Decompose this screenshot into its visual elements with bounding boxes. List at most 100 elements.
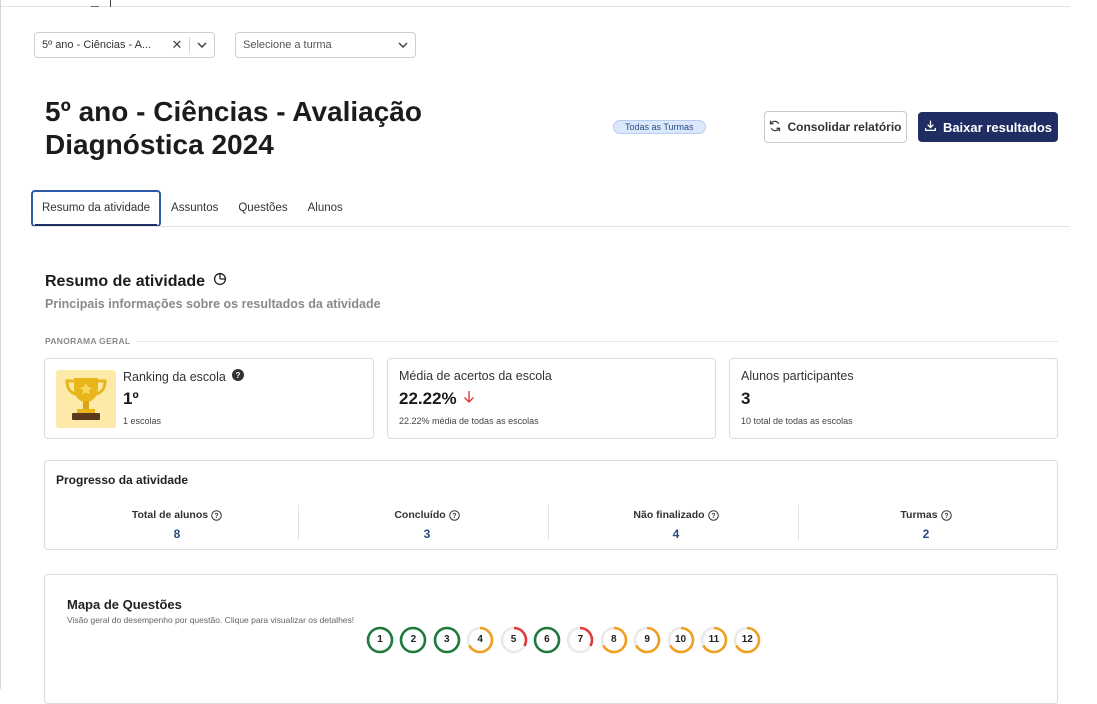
- question-3[interactable]: 3: [433, 626, 461, 654]
- progress-panel: Progresso da atividade Total de alunos ?…: [44, 460, 1058, 550]
- question-number: 3: [444, 634, 450, 645]
- chevron-down-icon[interactable]: [395, 42, 411, 48]
- svg-text:?: ?: [452, 512, 456, 519]
- progress-divider: [548, 505, 549, 540]
- question-number: 12: [741, 634, 753, 645]
- help-icon[interactable]: ?: [940, 509, 952, 521]
- svg-text:?: ?: [944, 512, 948, 519]
- section-title: Resumo de atividade: [45, 272, 227, 291]
- progress-total: Total de alunos ? 8: [52, 505, 302, 541]
- question-number: 10: [674, 634, 687, 645]
- progress-unfinished: Não finalizado ? 4: [551, 505, 801, 541]
- ranking-note: 1 escolas: [123, 416, 162, 426]
- question-map-list: 1 2 3 4 5 6 7 8 9 10 11 12: [366, 626, 761, 654]
- participants-note: 10 total de todas as escolas: [741, 416, 853, 426]
- question-12[interactable]: 12: [733, 626, 761, 654]
- class-select[interactable]: Selecione a turma: [235, 32, 416, 58]
- ranking-label-wrap: Ranking da escola ?: [123, 369, 244, 384]
- question-8[interactable]: 8: [600, 626, 628, 654]
- participants-label: Alunos participantes: [741, 369, 854, 383]
- overview-label: PANORAMA GERAL: [45, 336, 131, 346]
- progress-unfinished-label: Não finalizado: [633, 509, 705, 521]
- help-icon[interactable]: ?: [707, 509, 719, 521]
- question-4[interactable]: 4: [466, 626, 494, 654]
- tab-questions[interactable]: Questões: [228, 190, 297, 227]
- question-2[interactable]: 2: [399, 626, 427, 654]
- question-number: 2: [410, 634, 417, 645]
- question-7[interactable]: 7: [566, 626, 594, 654]
- progress-divider: [798, 505, 799, 540]
- chevron-down-icon[interactable]: [194, 42, 210, 48]
- question-5[interactable]: 5: [500, 626, 528, 654]
- help-icon[interactable]: ?: [231, 369, 244, 384]
- progress-title: Progresso da atividade: [56, 473, 189, 487]
- help-icon[interactable]: ?: [448, 509, 460, 521]
- ranking-label: Ranking da escola: [123, 369, 226, 384]
- help-icon[interactable]: ?: [211, 509, 222, 521]
- tab-subjects[interactable]: Assuntos: [161, 190, 228, 227]
- question-number: 6: [544, 634, 550, 645]
- select-separator: [189, 37, 190, 53]
- question-9[interactable]: 9: [633, 626, 661, 654]
- svg-text:?: ?: [235, 371, 240, 380]
- consolidate-report-button[interactable]: Consolidar relatório: [764, 111, 907, 143]
- tab-summary[interactable]: Resumo da atividade: [31, 190, 162, 227]
- question-10[interactable]: 10: [667, 626, 695, 654]
- progress-completed: Concluído ? 3: [302, 505, 552, 541]
- svg-text:?: ?: [711, 512, 715, 519]
- ranking-card: Ranking da escola ? 1º 1 escolas: [44, 358, 374, 439]
- question-number: 1: [377, 634, 383, 645]
- top-dash: [91, 6, 99, 7]
- question-number: 4: [477, 634, 483, 645]
- download-results-button[interactable]: Baixar resultados: [918, 112, 1058, 142]
- overview-divider: [136, 341, 1058, 342]
- progress-unfinished-label-wrap: Não finalizado ?: [633, 509, 719, 521]
- average-label: Média de acertos da escola: [399, 369, 552, 383]
- question-11[interactable]: 11: [700, 626, 728, 654]
- progress-completed-label: Concluído: [394, 509, 446, 521]
- progress-classes-value: 2: [922, 527, 930, 541]
- average-value: 22.22%: [399, 389, 457, 408]
- progress-completed-label-wrap: Concluído ?: [394, 509, 460, 521]
- question-6[interactable]: 6: [533, 626, 561, 654]
- pie-chart-icon: [213, 272, 227, 291]
- progress-total-value: 8: [173, 527, 181, 541]
- top-marker: [110, 0, 111, 7]
- question-number: 8: [610, 634, 617, 645]
- question-1[interactable]: 1: [366, 626, 394, 654]
- question-number: 11: [708, 634, 720, 645]
- class-select-placeholder: Selecione a turma: [243, 39, 332, 51]
- download-icon: [924, 119, 937, 135]
- progress-completed-value: 3: [423, 527, 431, 541]
- trophy-icon: [56, 370, 116, 428]
- ranking-value: 1º: [123, 389, 139, 408]
- consolidate-label: Consolidar relatório: [787, 120, 902, 134]
- participants-value: 3: [741, 389, 751, 408]
- progress-total-label-wrap: Total de alunos ?: [132, 509, 222, 521]
- clear-icon[interactable]: ✕: [169, 37, 185, 53]
- svg-text:?: ?: [215, 512, 219, 519]
- progress-divider: [298, 505, 299, 540]
- refresh-icon: [769, 120, 781, 135]
- question-map-panel: Mapa de Questões Visão geral do desempen…: [44, 574, 1058, 704]
- question-number: 7: [577, 634, 584, 645]
- tabs-divider: [31, 226, 1070, 227]
- question-map-subtitle: Visão geral do desempenho por questão. C…: [67, 615, 355, 625]
- average-note: 22.22% média de todas as escolas: [399, 416, 539, 426]
- arrow-down-icon: [463, 389, 475, 409]
- scope-badge: Todas as Turmas: [613, 120, 706, 134]
- question-number: 9: [644, 634, 650, 645]
- participants-card: Alunos participantes 3 10 total de todas…: [729, 358, 1058, 439]
- progress-classes: Turmas ? 2: [801, 505, 1051, 541]
- top-divider: [1, 6, 1070, 7]
- tab-bar: Resumo da atividade Assuntos Questões Al…: [31, 190, 353, 227]
- activity-select[interactable]: 5º ano - Ciências - A... ✕: [34, 32, 215, 58]
- app-frame: 5º ano - Ciências - A... ✕ Selecione a t…: [0, 0, 1097, 704]
- progress-total-label: Total de alunos: [131, 509, 209, 521]
- tab-students[interactable]: Alunos: [298, 190, 353, 227]
- question-map-title: Mapa de Questões: [67, 597, 182, 612]
- download-label: Baixar resultados: [942, 119, 1053, 135]
- section-subtitle: Principais informações sobre os resultad…: [45, 297, 381, 311]
- section-title-text: Resumo de atividade: [45, 272, 206, 290]
- page-title: 5º ano - Ciências - Avaliação Diagnóstic…: [45, 96, 422, 160]
